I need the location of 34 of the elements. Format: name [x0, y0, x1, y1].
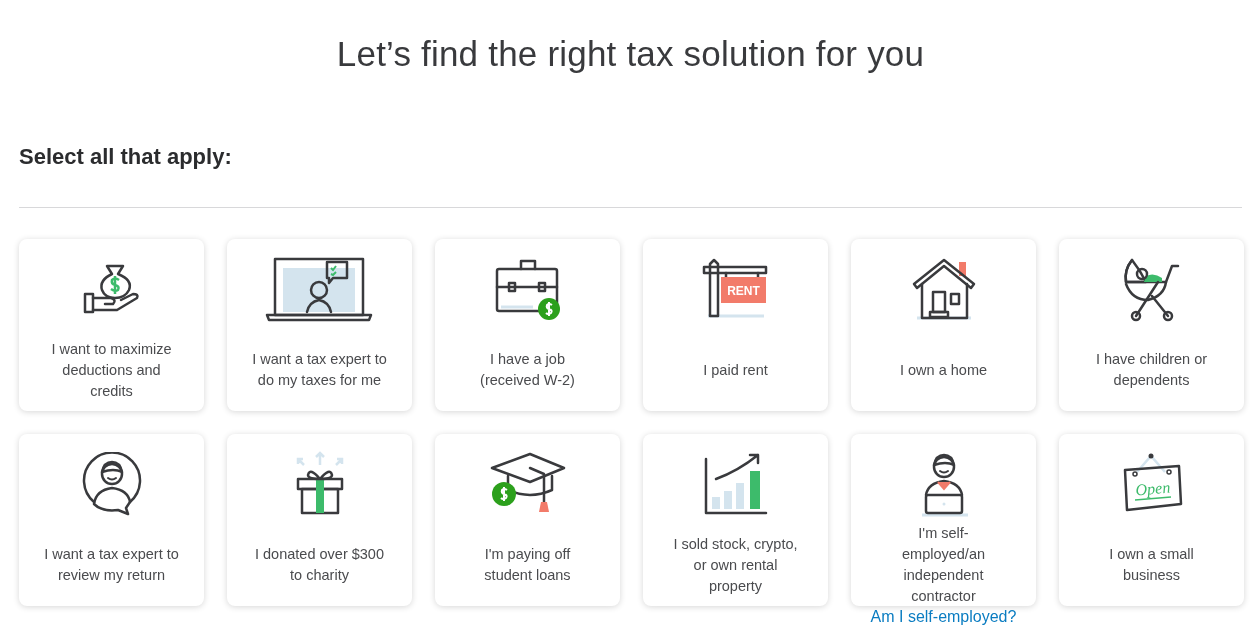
option-card[interactable]: I want a tax expert to review my return: [19, 434, 204, 606]
option-label: I sold stock, crypto, or own rental property: [672, 534, 799, 596]
sign-text: RENT: [726, 284, 760, 298]
option-card[interactable]: I have children or dependents: [1059, 239, 1244, 411]
laptop-expert-icon: [264, 256, 375, 322]
stroller-icon: [1121, 256, 1182, 322]
option-card[interactable]: I want to maximize deductions and credits: [19, 239, 204, 411]
option-card[interactable]: I have a job (received W-2): [435, 239, 620, 411]
page-title: Let’s find the right tax solution for you: [335, 34, 926, 74]
option-card[interactable]: I own a home: [851, 239, 1036, 411]
option-label: I want to maximize deductions and credits: [50, 339, 173, 401]
option-card[interactable]: I'm self- employed/an independent contractor: [851, 434, 1036, 606]
option-label: I paid rent: [702, 360, 769, 380]
option-card[interactable]: I'm paying off student loans: [435, 434, 620, 606]
select-prompt: Select all that apply:: [19, 144, 233, 170]
sign-text: Open: [1134, 478, 1171, 499]
option-card[interactable]: RENT I paid rent: [643, 239, 828, 411]
option-label: I'm paying off student loans: [483, 545, 572, 585]
option-label: I have a job (received W-2): [479, 350, 576, 390]
option-card[interactable]: Open I own a small business: [1059, 434, 1244, 606]
option-label: I own a home: [898, 360, 989, 380]
option-card[interactable]: I want a tax expert to do my taxes for me: [227, 239, 412, 411]
open-sign-icon: [1123, 453, 1182, 512]
option-label: I own a small business: [1108, 545, 1195, 585]
house-icon: [910, 256, 977, 322]
option-label: I donated over $300 to charity: [254, 545, 385, 585]
option-card[interactable]: I sold stock, crypto, or own rental property: [643, 434, 828, 606]
option-label: I want a tax expert to do my taxes for me: [251, 350, 388, 390]
option-label: I have children or dependents: [1094, 350, 1209, 390]
option-label: I want a tax expert to review my return: [43, 545, 180, 585]
option-card[interactable]: I donated over $300 to charity: [227, 434, 412, 606]
option-label: I'm self- employed/an independent contractor: [901, 524, 986, 606]
rent-sign-icon: [702, 258, 767, 318]
help-link[interactable]: Am I self-employed?: [870, 608, 1017, 626]
